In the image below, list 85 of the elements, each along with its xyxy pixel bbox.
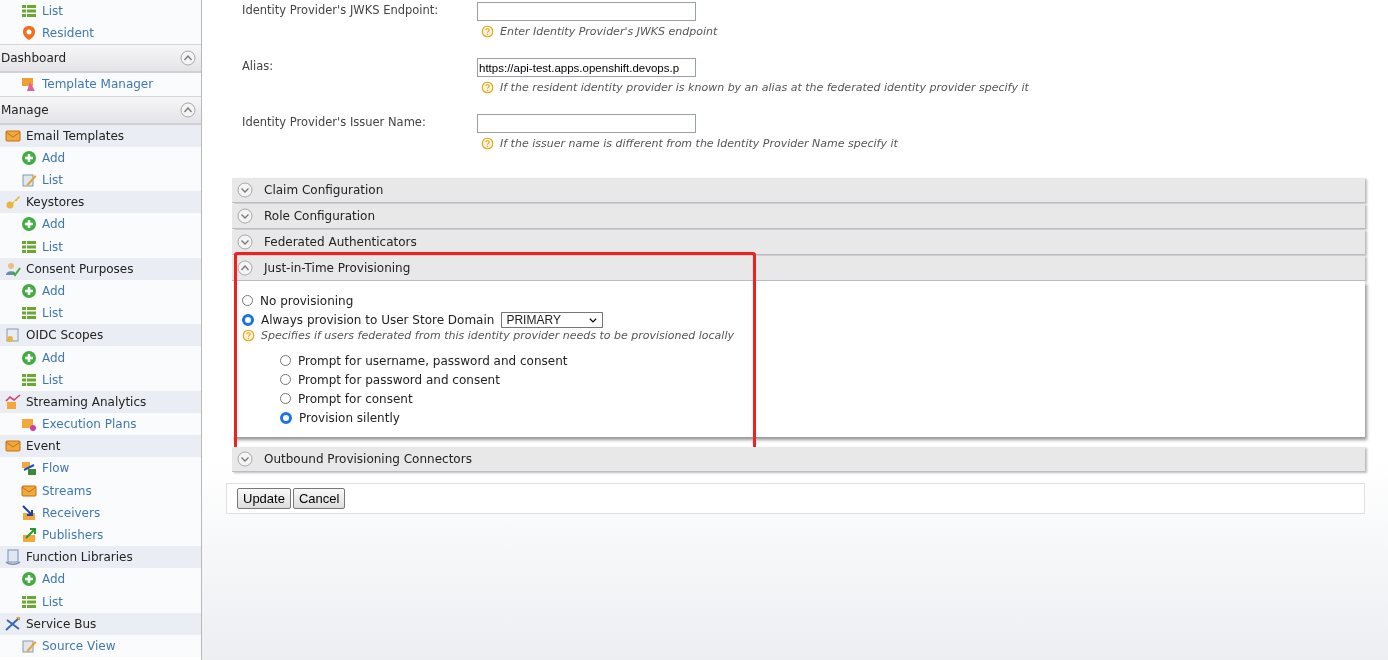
panel-header[interactable]: Claim Configuration (232, 178, 1365, 203)
user-check-icon (5, 260, 21, 277)
menu-link[interactable]: List (42, 306, 63, 321)
option-label: Always provision to User Store Domain (261, 312, 495, 327)
help-text: If the issuer name is different from the Identity Provider Name specify it (500, 137, 898, 150)
menu-link[interactable]: Receivers (42, 505, 101, 520)
help-icon (242, 329, 255, 342)
help-icon (481, 81, 494, 94)
menu-link[interactable]: List (42, 173, 63, 188)
panel-header[interactable]: Role Configuration (232, 204, 1365, 229)
radio-button[interactable] (242, 313, 254, 326)
text-field[interactable] (477, 2, 696, 21)
menu-link[interactable]: Add (42, 572, 66, 587)
list-icon (21, 238, 37, 255)
help-text: If the resident identity provider is known by an alias at the federated identity provider specify it (500, 81, 1029, 94)
flow-icon (21, 460, 37, 477)
radio-button[interactable] (280, 411, 292, 424)
menu-link[interactable]: Add (42, 217, 66, 232)
menu-link[interactable]: Publishers (42, 528, 104, 543)
menu-group-label: Function Libraries (26, 550, 133, 565)
menu-link[interactable]: Resident (42, 26, 95, 41)
field-label: Identity Provider's JWKS Endpoint: (241, 2, 440, 19)
menu-link[interactable]: Add (42, 150, 66, 165)
menu-link[interactable]: List (42, 594, 63, 609)
radio-button[interactable] (280, 393, 291, 404)
radio-button[interactable] (280, 355, 291, 366)
menu-group-label: Service Bus (26, 616, 97, 631)
section-header[interactable]: Manage (0, 95, 201, 125)
option-label: Provision silently (299, 410, 400, 425)
menu-link[interactable]: List (42, 372, 63, 387)
pencil-icon (21, 172, 37, 189)
envelope-icon (5, 438, 21, 455)
cross-arrows-icon (5, 615, 21, 632)
panel-header[interactable]: Outbound Provisioning Connectors (232, 447, 1365, 472)
menu-link[interactable]: Streams (42, 483, 92, 498)
option-label: Prompt for password and consent (298, 372, 500, 387)
list-icon (21, 305, 37, 322)
menu-group-label: Streaming Analytics (26, 394, 147, 409)
plus-circle-icon (21, 571, 37, 588)
panel-header[interactable]: Federated Authenticators (232, 230, 1365, 255)
list-icon (21, 371, 37, 388)
menu-group-label: Email Templates (26, 128, 125, 143)
domain-dropdown[interactable]: PRIMARY (501, 311, 604, 328)
option-label: No provisioning (260, 293, 354, 308)
panel-header[interactable]: Just-in-Time Provisioning (232, 256, 1365, 281)
scroll-icon (5, 549, 21, 566)
field-label: Alias: (241, 58, 275, 75)
field-label: Identity Provider's Issuer Name: (241, 114, 427, 131)
menu-link[interactable]: List (42, 239, 63, 254)
arrow-folder-icon (21, 527, 37, 544)
menu-group-label: OIDC Scopes (26, 328, 104, 343)
list-icon (21, 3, 37, 20)
envelope-icon (21, 482, 37, 499)
menu-group-label: Consent Purposes (26, 261, 134, 276)
envelope-icon (5, 127, 21, 144)
template-icon (21, 76, 37, 93)
list-icon (21, 593, 37, 610)
option-label: Prompt for consent (298, 391, 413, 406)
section-header[interactable]: Dashboard (0, 44, 201, 74)
action-button[interactable]: Update (237, 488, 291, 509)
menu-link[interactable]: List (42, 4, 63, 19)
text-field[interactable]: https://api-test.apps.openshift.devops.p (477, 58, 696, 77)
menu-link[interactable]: Add (42, 350, 66, 365)
help-text: Specifies if users federated from this identity provider needs to be provisioned locally (261, 329, 734, 342)
plus-circle-icon (21, 149, 37, 166)
chart-icon (5, 393, 21, 410)
radio-button[interactable] (242, 295, 253, 306)
radio-button[interactable] (280, 374, 291, 385)
arrow-folder-icon (21, 504, 37, 521)
help-text: Enter Identity Provider's JWKS endpoint (500, 25, 718, 38)
option-label: Prompt for username, password and consent (298, 353, 568, 368)
plus-circle-icon (21, 282, 37, 299)
menu-group-label: Keystores (26, 195, 85, 210)
help-icon (481, 137, 494, 150)
key-icon (5, 194, 21, 211)
menu-link[interactable]: Add (42, 283, 66, 298)
document-icon (5, 327, 21, 344)
menu-group-label: Event (26, 439, 61, 454)
text-field[interactable] (477, 114, 696, 133)
action-button[interactable]: Cancel (292, 488, 346, 509)
plus-circle-icon (21, 349, 37, 366)
menu-link[interactable]: Flow (42, 461, 70, 476)
plus-circle-icon (21, 216, 37, 233)
help-icon (481, 25, 494, 38)
pencil-icon (21, 637, 37, 654)
